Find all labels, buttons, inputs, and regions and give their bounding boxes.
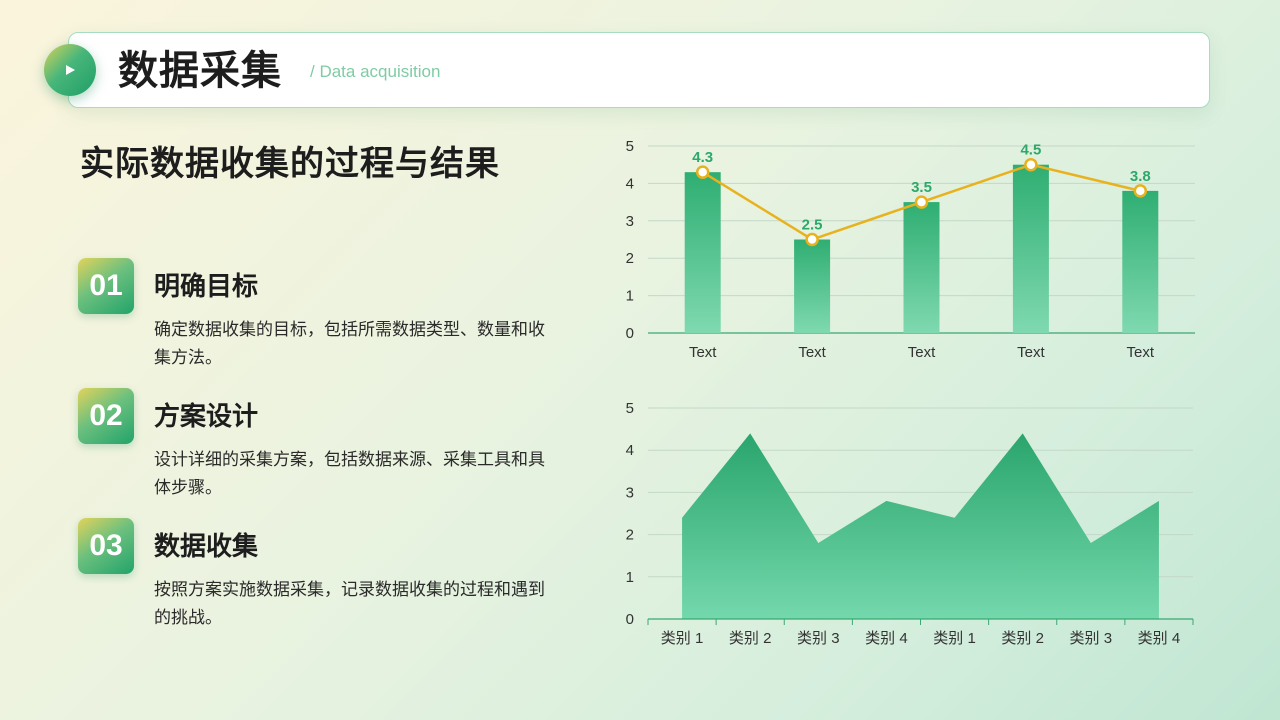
y-tick-label: 0 (626, 611, 634, 628)
x-tick-label: 类别 1 (933, 630, 976, 647)
step-title: 数据收集 (154, 532, 259, 562)
line-point (805, 232, 819, 247)
x-tick-label: 类别 2 (729, 630, 772, 647)
line-point (1133, 184, 1148, 198)
play-icon (66, 65, 75, 75)
x-tick-label: Text (908, 344, 936, 361)
step-badge: 01 (78, 258, 134, 314)
x-tick-label: Text (798, 344, 826, 361)
step-title: 明确目标 (154, 272, 259, 302)
data-label: 2.5 (802, 217, 823, 234)
data-label: 4.5 (1020, 142, 1041, 159)
step-badge: 02 (78, 388, 134, 444)
section-title: 实际数据收集的过程与结果 (80, 144, 500, 184)
list-item-2: 02 方案设计 设计详细的采集方案，包括数据来源、采集工具和具体步骤。 (78, 388, 558, 508)
y-tick-label: 4 (626, 442, 634, 459)
data-label: 4.3 (692, 149, 713, 166)
series-line (702, 163, 1141, 241)
y-tick-label: 4 (626, 175, 634, 192)
y-tick-label: 5 (626, 400, 634, 417)
step-title: 方案设计 (154, 402, 259, 432)
bar (794, 239, 831, 333)
data-label: 3.8 (1130, 168, 1151, 185)
y-tick-label: 2 (626, 250, 634, 267)
y-tick-label: 5 (626, 138, 634, 155)
x-tick-label: 类别 2 (1001, 630, 1044, 647)
line-point (1024, 157, 1038, 172)
y-tick-label: 3 (626, 484, 634, 501)
x-tick-label: Text (1017, 344, 1045, 361)
x-tick-label: 类别 4 (865, 630, 908, 647)
list-item-3: 03 数据收集 按照方案实施数据采集，记录数据收集的过程和遇到的挑战。 (78, 518, 558, 638)
list-item-1: 01 明确目标 确定数据收集的目标，包括所需数据类型、数量和收集方法。 (78, 258, 558, 378)
bar (903, 202, 940, 333)
x-tick-label: Text (689, 344, 717, 361)
line-point (914, 195, 929, 209)
page-title: 数据采集 (118, 48, 282, 94)
area-series (682, 433, 1159, 619)
play-button[interactable] (44, 44, 96, 96)
page-subtitle: / Data acquisition (310, 62, 441, 81)
x-tick-label: 类别 1 (661, 630, 704, 647)
y-tick-label: 2 (626, 527, 634, 544)
step-description: 确定数据收集的目标，包括所需数据类型、数量和收集方法。 (154, 320, 545, 368)
line-point (695, 165, 710, 179)
data-label: 3.5 (911, 179, 932, 196)
x-tick-label: Text (1127, 344, 1155, 361)
y-tick-label: 1 (626, 288, 634, 305)
step-description: 设计详细的采集方案，包括数据来源、采集工具和具体步骤。 (154, 450, 545, 498)
bar (1012, 164, 1049, 333)
x-tick-label: 类别 4 (1138, 630, 1181, 647)
step-description: 按照方案实施数据采集，记录数据收集的过程和遇到的挑战。 (154, 580, 545, 628)
x-tick-label: 类别 3 (1070, 630, 1113, 647)
y-tick-label: 0 (626, 325, 634, 342)
step-badge: 03 (78, 518, 134, 574)
y-tick-label: 1 (626, 569, 634, 586)
bar (1122, 190, 1159, 333)
y-tick-label: 3 (626, 213, 634, 230)
x-tick-label: 类别 3 (797, 630, 840, 647)
bar (684, 172, 721, 333)
